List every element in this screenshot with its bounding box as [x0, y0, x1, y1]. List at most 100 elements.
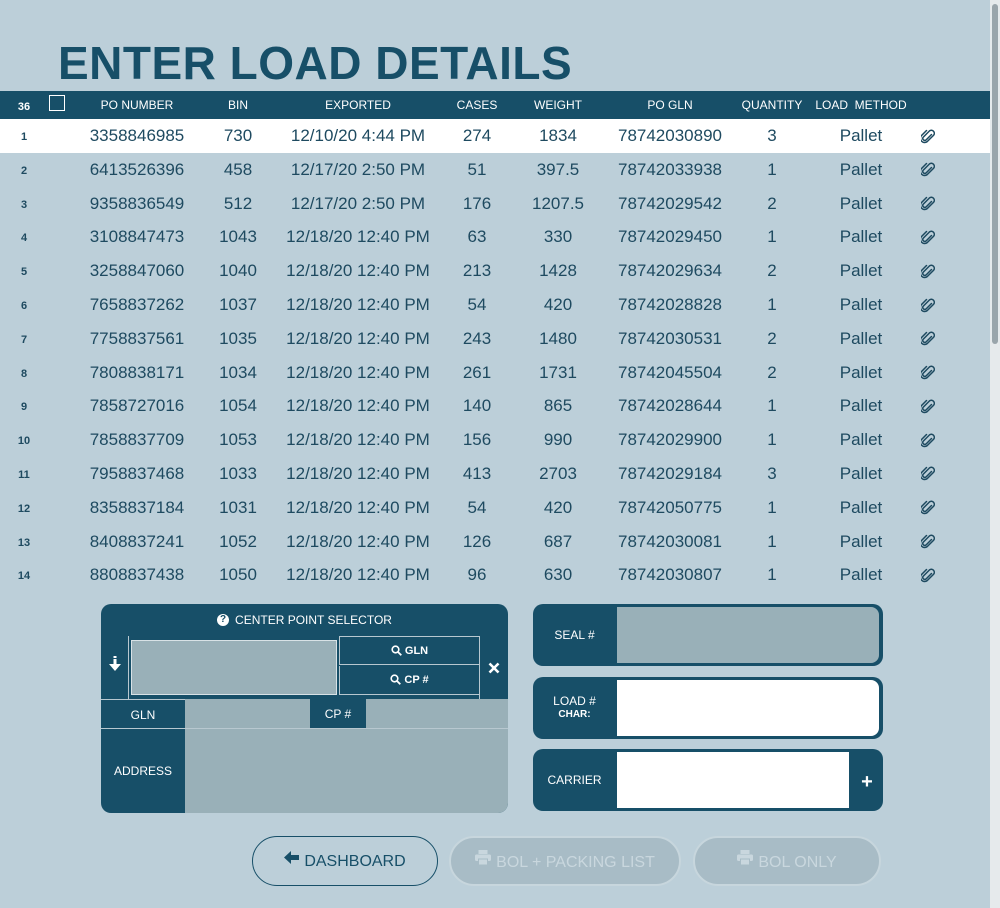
table-row[interactable]: 10 7858837709 1053 12/18/20 12:40 PM 156 990 7… [0, 423, 990, 457]
load-method-cell: Pallet [839, 126, 883, 145]
row-number: 9 [20, 401, 28, 414]
po-number-cell: 8358837184 [89, 497, 185, 517]
load-method-cell: Pallet [839, 227, 883, 247]
scrollbar-thumb[interactable] [992, 4, 998, 344]
quantity-cell: 2 [767, 193, 777, 213]
po-number-cell: 7958837468 [89, 463, 185, 483]
table-row[interactable]: 2 6413526396 458 12/17/20 2:50 PM 51 397.5 787… [0, 153, 990, 187]
quantity-cell: 2 [767, 328, 777, 348]
header-bin[interactable]: BIN [210, 91, 266, 119]
cases-cell: 54 [467, 294, 487, 314]
weight-cell: 990 [543, 430, 573, 450]
printer-icon [475, 836, 492, 886]
table-row[interactable]: 8 7808838171 1034 12/18/20 12:40 PM 261 1731 7… [0, 356, 990, 390]
header-exported[interactable]: EXPORTED [278, 91, 438, 119]
po-number-cell: 8408837241 [89, 531, 185, 551]
header-load-method[interactable]: LOAD METHOD [806, 91, 916, 119]
po-gln-cell: 78742028828 [617, 294, 722, 314]
cases-cell: 243 [462, 328, 492, 348]
table-row[interactable]: 12 8358837184 1031 12/18/20 12:40 PM 54 420 78… [0, 491, 990, 525]
weight-cell: 1207.5 [532, 193, 584, 213]
paperclip-icon[interactable] [914, 254, 942, 288]
load-method-cell: Pallet [839, 328, 883, 348]
add-carrier-icon[interactable]: + [851, 749, 883, 811]
select-all-checkbox[interactable] [49, 95, 65, 111]
paperclip-icon[interactable] [914, 558, 942, 592]
search-cp-button[interactable]: CP # [339, 666, 479, 695]
header-po-number[interactable]: PO NUMBER [72, 91, 202, 119]
load-method-cell: Pallet [839, 294, 883, 314]
po-number-cell: 7858727016 [89, 396, 185, 416]
dashboard-button[interactable]: DASHBOARD [252, 836, 438, 886]
table-row[interactable]: 6 7658837262 1037 12/18/20 12:40 PM 54 420 787… [0, 288, 990, 322]
bin-cell: 1034 [219, 362, 257, 382]
cps-search-input[interactable] [131, 640, 337, 695]
cases-cell: 126 [462, 531, 492, 551]
center-point-selector: ? CENTER POINT SELECTOR GLN CP # GLN CP #… [101, 604, 508, 813]
paperclip-icon[interactable] [914, 389, 942, 423]
table-row[interactable]: 5 3258847060 1040 12/18/20 12:40 PM 213 1428 7… [0, 254, 990, 288]
paperclip-icon[interactable] [914, 457, 942, 491]
po-number-cell: 7658837262 [89, 294, 185, 314]
weight-cell: 420 [543, 497, 573, 517]
scrollbar[interactable] [990, 0, 1000, 908]
paperclip-icon[interactable] [914, 187, 942, 221]
seal-input[interactable] [617, 607, 879, 663]
download-arrow-icon[interactable] [101, 636, 129, 699]
row-number: 8 [20, 367, 28, 380]
po-number-cell: 7808838171 [89, 362, 185, 382]
paperclip-icon[interactable] [914, 119, 942, 153]
table-body: 1 3358846985 730 12/10/20 4:44 PM 274 1834 787… [0, 119, 990, 592]
paperclip-icon[interactable] [914, 288, 942, 322]
weight-cell: 2703 [539, 463, 577, 483]
clear-icon[interactable] [479, 636, 508, 699]
table-row[interactable]: 1 3358846985 730 12/10/20 4:44 PM 274 1834 787… [0, 119, 990, 153]
cp-value-field [366, 699, 508, 728]
row-number: 4 [20, 232, 28, 245]
row-number: 3 [20, 198, 28, 211]
search-icon [390, 673, 404, 686]
quantity-cell: 1 [767, 227, 777, 247]
paperclip-icon[interactable] [914, 525, 942, 559]
table-row[interactable]: 3 9358836549 512 12/17/20 2:50 PM 176 1207.5 7… [0, 187, 990, 221]
table-row[interactable]: 14 8808837438 1050 12/18/20 12:40 PM 96 630 78… [0, 558, 990, 592]
paperclip-icon[interactable] [914, 322, 942, 356]
cases-cell: 261 [462, 362, 492, 382]
header-po-gln[interactable]: PO GLN [604, 91, 736, 119]
po-number-cell: 3258847060 [89, 261, 185, 281]
po-gln-cell: 78742030081 [617, 531, 722, 551]
page-title: ENTER LOAD DETAILS [58, 37, 573, 89]
bol-only-button[interactable]: BOL ONLY [693, 836, 881, 886]
dashboard-label: DASHBOARD [304, 853, 406, 871]
po-gln-cell: 78742029184 [617, 463, 722, 483]
po-number-cell: 8808837438 [89, 565, 185, 585]
header-quantity[interactable]: QUANTITY [736, 91, 808, 119]
exported-cell: 12/18/20 12:40 PM [286, 565, 430, 585]
paperclip-icon[interactable] [914, 153, 942, 187]
header-cases[interactable]: CASES [447, 91, 507, 119]
cases-cell: 213 [462, 261, 492, 281]
cases-cell: 140 [462, 396, 492, 416]
printer-icon [737, 836, 754, 886]
table-row[interactable]: 11 7958837468 1033 12/18/20 12:40 PM 413 2703… [0, 457, 990, 491]
bol-packing-list-button[interactable]: BOL + PACKING LIST [449, 836, 681, 886]
table-row[interactable]: 4 3108847473 1043 12/18/20 12:40 PM 63 330 787… [0, 220, 990, 254]
po-gln-cell: 78742029634 [617, 261, 722, 281]
paperclip-icon[interactable] [914, 356, 942, 390]
table-row[interactable]: 13 8408837241 1052 12/18/20 12:40 PM 126 687 7… [0, 525, 990, 559]
carrier-input[interactable] [617, 752, 849, 808]
paperclip-icon[interactable] [914, 491, 942, 525]
paperclip-icon[interactable] [914, 220, 942, 254]
exported-cell: 12/18/20 12:40 PM [286, 261, 430, 281]
bin-cell: 1035 [219, 328, 257, 348]
load-input[interactable] [617, 680, 879, 736]
paperclip-icon[interactable] [914, 423, 942, 457]
table-row[interactable]: 9 7858727016 1054 12/18/20 12:40 PM 140 865 78… [0, 389, 990, 423]
quantity-cell: 2 [767, 362, 777, 382]
help-icon[interactable]: ? [217, 613, 230, 626]
weight-cell: 1480 [539, 328, 577, 348]
search-gln-button[interactable]: GLN [339, 636, 479, 665]
cases-cell: 156 [462, 430, 492, 450]
header-weight[interactable]: WEIGHT [520, 91, 596, 119]
table-row[interactable]: 7 7758837561 1035 12/18/20 12:40 PM 243 1480 7… [0, 322, 990, 356]
